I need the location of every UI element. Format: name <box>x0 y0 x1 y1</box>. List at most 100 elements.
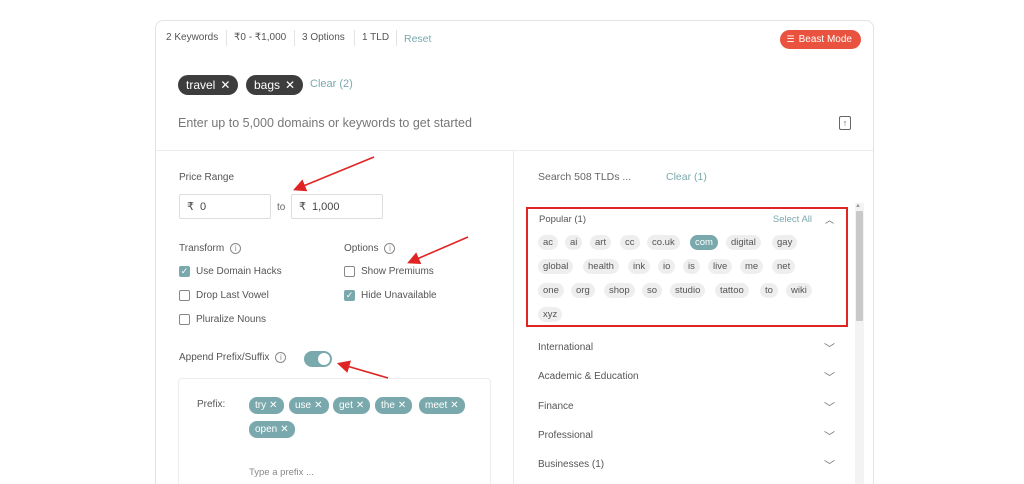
tld-chip[interactable]: health <box>583 259 619 274</box>
category-finance[interactable]: Finance <box>538 401 574 412</box>
checkbox-label: Show Premiums <box>361 266 434 277</box>
price-to-label: to <box>277 202 286 213</box>
tld-chip[interactable]: ai <box>565 235 583 250</box>
tld-chip[interactable]: tattoo <box>715 283 749 298</box>
chevron-up-icon[interactable]: ︿ <box>825 213 834 226</box>
keyword-chip-travel[interactable]: travel ✕ <box>178 75 239 95</box>
price-min-value: 0 <box>200 200 207 213</box>
tld-chip[interactable]: so <box>642 283 663 298</box>
prefix-chip-label: get <box>339 400 353 411</box>
prefix-chip[interactable]: meet ✕ <box>419 397 465 414</box>
chevron-down-icon[interactable]: ﹀ <box>824 340 835 356</box>
category-academic-education[interactable]: Academic & Education <box>538 371 639 382</box>
checkbox-icon[interactable] <box>179 290 190 301</box>
tld-chip[interactable]: me <box>740 259 764 274</box>
info-icon[interactable]: i <box>230 243 242 254</box>
category-professional[interactable]: Professional <box>538 430 593 441</box>
summary-tld[interactable]: 1 TLD <box>362 32 389 43</box>
category-international[interactable]: International <box>538 342 593 353</box>
close-icon[interactable]: ✕ <box>269 400 277 411</box>
prefix-chip[interactable]: try ✕ <box>249 397 284 414</box>
tld-chip[interactable]: studio <box>670 283 706 298</box>
chevron-down-icon[interactable]: ﹀ <box>824 399 835 415</box>
domain-keyword-input[interactable]: Enter up to 5,000 domains or keywords to… <box>178 116 472 130</box>
use-domain-hacks-checkbox[interactable]: ✓ Use Domain Hacks <box>179 266 282 277</box>
tld-chip[interactable]: live <box>708 259 733 274</box>
checkbox-icon[interactable] <box>179 314 190 325</box>
info-icon[interactable]: i <box>384 243 396 254</box>
drop-last-vowel-checkbox[interactable]: Drop Last Vowel <box>179 290 269 301</box>
hide-unavailable-checkbox[interactable]: ✓ Hide Unavailable <box>344 290 437 301</box>
append-prefix-suffix-heading: Append Prefix/Suffix i <box>179 352 287 363</box>
scroll-up-arrow-icon[interactable]: ▲ <box>855 203 861 209</box>
tld-chip[interactable]: co.uk <box>647 235 680 250</box>
close-icon[interactable]: ✕ <box>280 424 288 435</box>
tld-chip[interactable]: ink <box>628 259 651 274</box>
reset-link[interactable]: Reset <box>404 33 431 45</box>
tld-chip-selected[interactable]: com <box>690 235 718 250</box>
close-icon[interactable]: ✕ <box>398 400 406 411</box>
clear-tlds-link[interactable]: Clear (1) <box>666 171 707 183</box>
prefix-chip[interactable]: use ✕ <box>289 397 329 414</box>
info-icon[interactable]: i <box>275 352 287 363</box>
summary-options[interactable]: 3 Options <box>302 32 345 43</box>
tld-chip[interactable]: cc <box>620 235 640 250</box>
checkbox-icon[interactable] <box>344 266 355 277</box>
tld-chip[interactable]: xyz <box>538 307 563 322</box>
tld-chip[interactable]: art <box>590 235 612 250</box>
checkbox-label: Hide Unavailable <box>361 290 437 301</box>
chevron-down-icon[interactable]: ﹀ <box>824 457 835 473</box>
tld-chip[interactable]: digital <box>726 235 761 250</box>
prefix-input[interactable]: Type a prefix ... <box>249 467 314 478</box>
sliders-icon: ☰ <box>786 34 795 44</box>
tld-chip[interactable]: wiki <box>786 283 812 298</box>
close-icon[interactable]: ✕ <box>220 78 230 92</box>
close-icon[interactable]: ✕ <box>285 78 295 92</box>
tld-chip[interactable]: shop <box>604 283 635 298</box>
beast-mode-button[interactable]: ☰ Beast Mode <box>779 30 861 49</box>
tld-chip[interactable]: io <box>658 259 676 274</box>
column-divider <box>513 151 514 484</box>
close-icon[interactable]: ✕ <box>314 400 322 411</box>
prefix-chip[interactable]: open ✕ <box>249 421 295 438</box>
tld-chip[interactable]: net <box>772 259 796 274</box>
tld-chip[interactable]: org <box>571 283 595 298</box>
append-prefix-suffix-toggle[interactable] <box>304 351 332 367</box>
price-min-input[interactable]: ₹ 0 <box>179 194 271 219</box>
popular-tlds-title[interactable]: Popular (1) <box>539 214 586 225</box>
filter-summary-bar: 2 Keywords ₹0 - ₹1,000 3 Options 1 TLD R… <box>156 21 873 57</box>
tld-chip[interactable]: global <box>538 259 574 274</box>
tld-search-input[interactable]: Search 508 TLDs ... <box>538 171 631 183</box>
tld-chip[interactable]: is <box>683 259 700 274</box>
price-max-value: 1,000 <box>312 200 340 213</box>
select-all-link[interactable]: Select All <box>773 214 812 225</box>
section-divider <box>156 150 873 151</box>
summary-keywords[interactable]: 2 Keywords <box>166 32 218 43</box>
prefix-chip-label: use <box>295 400 312 411</box>
close-icon[interactable]: ✕ <box>356 400 364 411</box>
chevron-down-icon[interactable]: ﹀ <box>824 428 835 444</box>
prefix-chip-label: meet <box>425 400 448 411</box>
summary-price[interactable]: ₹0 - ₹1,000 <box>234 32 286 43</box>
prefix-label: Prefix: <box>197 399 226 410</box>
keyword-chip-bags[interactable]: bags ✕ <box>246 75 304 95</box>
prefix-chip[interactable]: get ✕ <box>333 397 371 414</box>
tld-chip[interactable]: gay <box>772 235 798 250</box>
summary-divider <box>354 30 355 46</box>
upload-file-icon[interactable]: ↑ <box>839 116 851 130</box>
category-businesses[interactable]: Businesses (1) <box>538 459 604 470</box>
scrollbar-thumb[interactable] <box>856 211 863 321</box>
prefix-chip[interactable]: the ✕ <box>375 397 413 414</box>
tld-chip[interactable]: to <box>760 283 778 298</box>
tld-chip[interactable]: one <box>538 283 564 298</box>
show-premiums-checkbox[interactable]: Show Premiums <box>344 266 434 277</box>
checkbox-checked-icon[interactable]: ✓ <box>344 290 355 301</box>
clear-keywords-link[interactable]: Clear (2) <box>310 78 353 90</box>
pluralize-nouns-checkbox[interactable]: Pluralize Nouns <box>179 314 266 325</box>
summary-divider <box>294 30 295 46</box>
close-icon[interactable]: ✕ <box>450 400 458 411</box>
checkbox-checked-icon[interactable]: ✓ <box>179 266 190 277</box>
price-max-input[interactable]: ₹ 1,000 <box>291 194 383 219</box>
tld-chip[interactable]: ac <box>538 235 559 250</box>
chevron-down-icon[interactable]: ﹀ <box>824 369 835 385</box>
